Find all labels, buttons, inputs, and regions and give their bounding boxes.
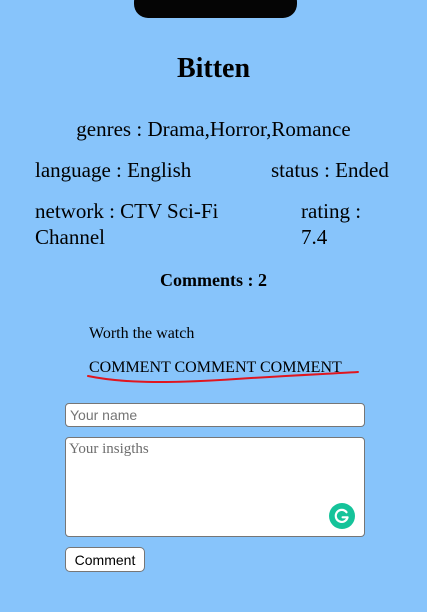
comment-submit-button[interactable]: Comment bbox=[65, 547, 145, 572]
grammarly-icon[interactable] bbox=[329, 503, 355, 529]
spellcheck-underline bbox=[87, 371, 359, 384]
show-rating: rating : 7.4 bbox=[301, 199, 362, 249]
show-poster-image bbox=[134, 0, 297, 18]
show-network: network : CTV Sci-Fi Channel bbox=[35, 199, 219, 249]
comment-item: Worth the watch bbox=[89, 325, 195, 342]
insights-textarea[interactable] bbox=[65, 437, 365, 537]
show-language: language : English bbox=[35, 158, 192, 182]
show-genres: genres : Drama,Horror,Romance bbox=[76, 117, 351, 141]
name-input[interactable] bbox=[65, 403, 365, 427]
comments-count-heading: Comments : 2 bbox=[160, 270, 267, 290]
show-status: status : Ended bbox=[271, 158, 389, 182]
show-title: Bitten bbox=[176, 53, 251, 84]
